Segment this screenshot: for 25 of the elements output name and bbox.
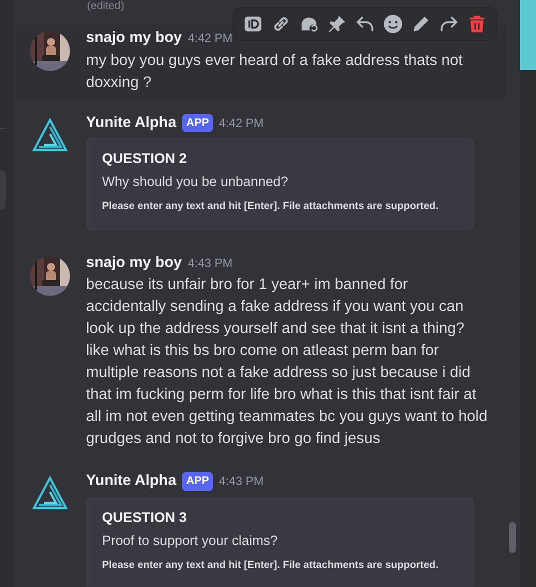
timestamp: 4:42 PM xyxy=(188,30,233,47)
edited-label: (edited) xyxy=(86,0,126,13)
username[interactable]: snajo my boy xyxy=(86,27,182,50)
pin-icon xyxy=(326,13,348,35)
message-text: my boy you guys ever heard of a fake address thats not doxxing ? xyxy=(86,50,464,92)
username[interactable]: Yunite Alpha xyxy=(86,470,176,493)
username[interactable]: Yunite Alpha xyxy=(86,112,176,134)
embed-footer: Please enter any text and hit [Enter]. File attachments are supported. xyxy=(102,558,459,574)
embed-title: QUESTION 2 xyxy=(102,149,188,168)
scrollbar-thumb[interactable] xyxy=(509,522,516,553)
app-tag: APP xyxy=(182,114,213,132)
pin-button[interactable] xyxy=(326,13,348,35)
app-tag: APP xyxy=(182,472,213,491)
embed-footer: Please enter any text and hit [Enter]. File attachments are supported. xyxy=(102,199,459,215)
timestamp: 4:42 PM xyxy=(218,114,264,132)
emoji-icon xyxy=(382,13,404,35)
embed-description: Why should you be unbanned? xyxy=(102,173,290,191)
timestamp: 4:43 PM xyxy=(188,254,233,272)
side-panel-edge xyxy=(520,0,536,70)
emoji-button[interactable] xyxy=(382,13,404,35)
username[interactable]: snajo my boy xyxy=(86,252,182,274)
embed-description: Proof to support your claims? xyxy=(102,532,279,550)
embed-title: QUESTION 3 xyxy=(102,508,188,527)
timestamp: 4:43 PM xyxy=(218,473,264,490)
message-text: because its unfair bro for 1 year+ im banned for accidentally sending a fake address if you want you can look up the address yourself and see that it isnt a thing? like what is this bs bro come on atleast perm ban for multiple reasons not a fake address so just because i did that im fucking perm for life bro what is this that isnt fair at all im not even getting teammates bc you guys want to hold grudges and not to forgive bro go find jesus xyxy=(86,275,488,450)
